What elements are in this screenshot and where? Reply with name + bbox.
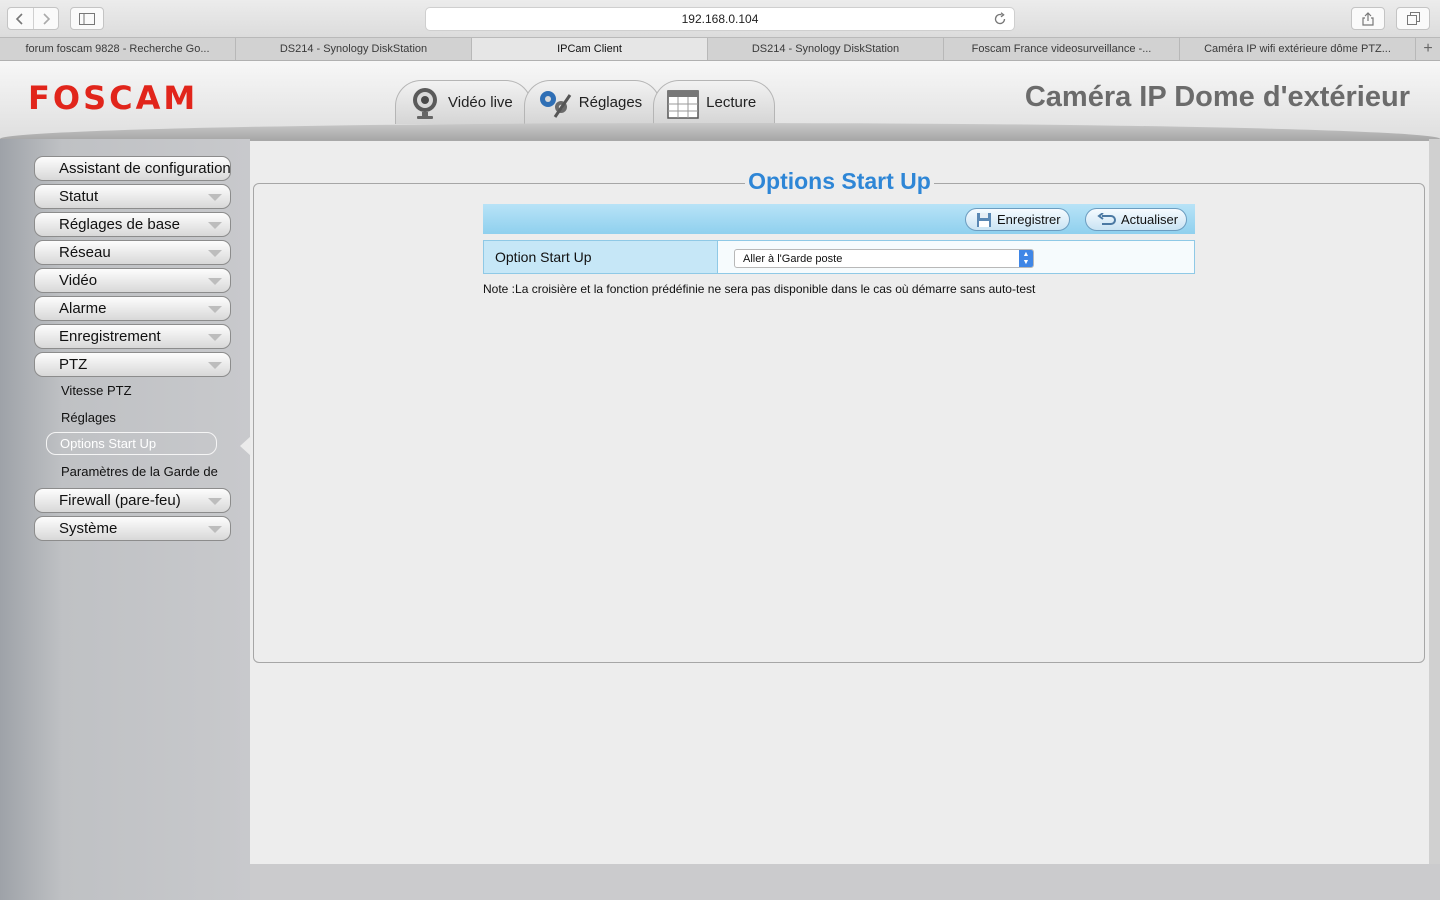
section-title-wrap: Options Start Up: [250, 168, 1429, 195]
tab-settings[interactable]: Réglages: [523, 80, 662, 124]
address-bar[interactable]: 192.168.0.104: [425, 7, 1015, 31]
caret-down-icon: [208, 362, 222, 369]
section-title: Options Start Up: [745, 168, 934, 194]
browser-toolbar: 192.168.0.104: [0, 0, 1440, 38]
page-header: FOSCAM Vidéo live Réglages Lecture Camér…: [0, 61, 1440, 139]
startup-option-select[interactable]: Aller à l'Garde poste ▲ ▼: [734, 249, 1034, 268]
submenu-startup-options[interactable]: Options Start Up: [46, 432, 217, 455]
tab-playback[interactable]: Lecture: [653, 80, 776, 124]
refresh-label: Actualiser: [1121, 212, 1179, 227]
webcam-icon: [413, 87, 437, 119]
header-divider: [0, 123, 1440, 139]
tab-video-live[interactable]: Vidéo live: [395, 80, 532, 124]
menu-video[interactable]: Vidéo: [34, 268, 231, 293]
gears-icon: [539, 90, 572, 118]
caret-down-icon: [208, 334, 222, 341]
share-icon: [1362, 11, 1374, 26]
action-bar: Enregistrer Actualiser: [483, 204, 1195, 234]
new-tab-button[interactable]: +: [1416, 38, 1440, 60]
active-pointer-icon: [240, 436, 251, 456]
main-nav-tabs: Vidéo live Réglages Lecture: [395, 80, 776, 124]
menu-label: Alarme: [59, 300, 107, 317]
menu-label: Assistant de configuration: [59, 160, 231, 177]
tab-label: Vidéo live: [448, 94, 513, 111]
nav-buttons: [7, 7, 59, 30]
url-text: 192.168.0.104: [681, 12, 759, 26]
startup-option-label: Option Start Up: [484, 241, 718, 273]
menu-firewall[interactable]: Firewall (pare-feu): [34, 488, 231, 513]
browser-tab[interactable]: Caméra IP wifi extérieure dôme PTZ...: [1180, 38, 1416, 60]
browser-tab-active[interactable]: IPCam Client: [472, 38, 708, 60]
menu-network[interactable]: Réseau: [34, 240, 231, 265]
reload-icon[interactable]: [992, 11, 1008, 27]
browser-tab[interactable]: DS214 - Synology DiskStation: [236, 38, 472, 60]
floppy-disk-icon: [977, 212, 991, 227]
submenu-label: Options Start Up: [60, 436, 157, 451]
tab-label: Réglages: [578, 94, 643, 111]
caret-down-icon: [208, 222, 222, 229]
sidebar-icon: [79, 12, 95, 25]
chevron-right-icon: [43, 12, 50, 25]
product-title: Caméra IP Dome d'extérieur: [1024, 81, 1410, 113]
foscam-logo: FOSCAM: [28, 79, 199, 117]
submenu-ptz-settings[interactable]: Réglages: [61, 410, 116, 425]
menu-basic-settings[interactable]: Réglages de base: [34, 212, 231, 237]
page-right-edge: [1429, 139, 1440, 900]
menu-label: Statut: [59, 188, 99, 205]
menu-setup-wizard[interactable]: Assistant de configuration: [34, 156, 231, 181]
refresh-button[interactable]: Actualiser: [1085, 208, 1188, 231]
browser-tab[interactable]: forum foscam 9828 - Recherche Go...: [0, 38, 236, 60]
menu-label: Réseau: [59, 244, 111, 261]
tabs-overview-button[interactable]: [1396, 7, 1430, 30]
calendar-icon: [667, 89, 699, 119]
page-bottom-strip: [250, 864, 1440, 900]
menu-label: Réglages de base: [59, 216, 180, 233]
menu-label: Enregistrement: [59, 328, 161, 345]
note-text: Note :La croisière et la fonction prédéf…: [483, 282, 1036, 296]
browser-tab[interactable]: DS214 - Synology DiskStation: [708, 38, 944, 60]
caret-down-icon: [208, 498, 222, 505]
menu-alarm[interactable]: Alarme: [34, 296, 231, 321]
save-button[interactable]: Enregistrer: [965, 208, 1070, 231]
menu-system[interactable]: Système: [34, 516, 231, 541]
submenu-ptz-speed[interactable]: Vitesse PTZ: [61, 383, 132, 398]
caret-down-icon: [208, 194, 222, 201]
browser-tab[interactable]: Foscam France videosurveillance -...: [944, 38, 1180, 60]
back-button[interactable]: [8, 8, 33, 29]
refresh-icon: [1097, 212, 1116, 225]
menu-recording[interactable]: Enregistrement: [34, 324, 231, 349]
startup-option-cell: Aller à l'Garde poste ▲ ▼: [718, 241, 1194, 273]
caret-down-icon: [208, 526, 222, 533]
browser-tab-bar: forum foscam 9828 - Recherche Go... DS21…: [0, 38, 1440, 61]
menu-label: Système: [59, 520, 118, 537]
menu-status[interactable]: Statut: [34, 184, 231, 209]
tab-label: Lecture: [706, 94, 757, 111]
menu-label: PTZ: [59, 356, 88, 373]
select-value: Aller à l'Garde poste: [743, 252, 843, 265]
submenu-guard-position[interactable]: Paramètres de la Garde de: [61, 464, 218, 479]
caret-down-icon: [208, 278, 222, 285]
menu-ptz[interactable]: PTZ: [34, 352, 231, 377]
chevron-left-icon: [16, 12, 23, 25]
caret-down-icon: [208, 250, 222, 257]
menu-label: Vidéo: [59, 272, 98, 289]
sidebar-toggle-button[interactable]: [70, 7, 104, 30]
tabs-overview-icon: [1406, 12, 1420, 25]
save-label: Enregistrer: [997, 212, 1061, 227]
select-arrows-icon: ▲ ▼: [1019, 250, 1033, 267]
startup-option-row: Option Start Up Aller à l'Garde poste ▲ ▼: [483, 240, 1195, 274]
forward-button[interactable]: [32, 8, 59, 29]
menu-label: Firewall (pare-feu): [59, 492, 181, 509]
content-panel: Options Start Up Enregistrer Actualiser …: [250, 139, 1429, 864]
share-button[interactable]: [1351, 7, 1385, 30]
caret-down-icon: [208, 306, 222, 313]
